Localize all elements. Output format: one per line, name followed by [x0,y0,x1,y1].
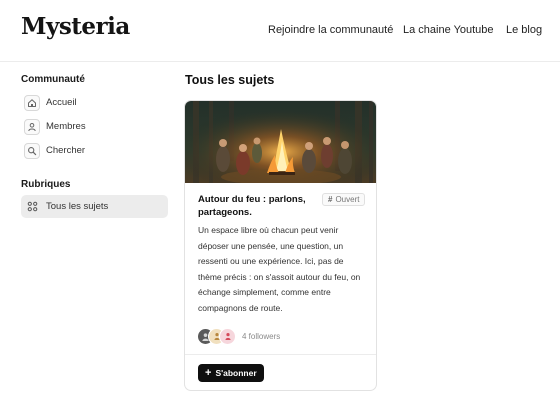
home-icon [24,94,40,111]
site-logo[interactable]: Mysteria [21,13,130,40]
sidebar-item-search[interactable]: Chercher [21,139,168,162]
user-icon [24,118,40,135]
nav-link-blog[interactable]: Le blog [506,24,542,36]
subscribe-button-label: S'abonner [215,368,257,378]
sidebar-item-label: Membres [46,121,86,132]
topic-card[interactable]: Autour du feu : parlons, partageons. # O… [184,100,377,391]
status-badge: # Ouvert [322,193,366,206]
search-icon [24,142,40,159]
sidebar-item-members[interactable]: Membres [21,115,168,138]
nav-link-join-community[interactable]: Rejoindre la communauté [268,24,393,36]
topic-description: Un espace libre où chacun peut venir dép… [198,225,361,313]
hash-icon: # [328,195,333,204]
sidebar-item-all-topics[interactable]: Tous les sujets [21,195,168,218]
followers-row[interactable]: 4 followers [197,327,280,345]
nav-link-youtube[interactable]: La chaine Youtube [403,24,494,36]
subscribe-button[interactable]: + S'abonner [198,364,264,382]
card-divider [185,354,376,355]
status-badge-label: Ouvert [335,195,360,204]
sidebar-item-label: Tous les sujets [46,201,109,212]
sidebar-item-label: Accueil [46,97,77,108]
sidebar-item-label: Chercher [46,145,86,156]
plus-icon: + [205,366,212,379]
sidebar-item-home[interactable]: Accueil [21,91,168,114]
campfire-image [185,101,376,183]
sidebar-heading-community: Communauté [21,74,85,85]
sidebar-heading-rubriques: Rubriques [21,179,71,190]
top-bar: Mysteria Rejoindre la communauté La chai… [0,0,560,62]
followers-count: 4 followers [242,331,281,341]
topic-title[interactable]: Autour du feu : parlons, partageons. [198,193,318,219]
page-title: Tous les sujets [185,73,275,87]
grid-icon [24,199,40,215]
avatar [219,327,236,345]
